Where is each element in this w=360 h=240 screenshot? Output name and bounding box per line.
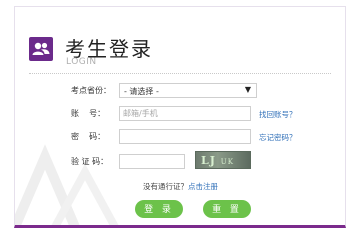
- users-icon: [29, 37, 53, 61]
- province-label: 考点省份：: [71, 86, 111, 95]
- header-divider: [29, 73, 331, 74]
- forgot-password-link[interactable]: 忘记密码？: [259, 132, 297, 143]
- captcha-text-main: LJ: [201, 154, 216, 167]
- captcha-image[interactable]: LJ UK: [195, 151, 251, 169]
- recover-account-link[interactable]: 找回账号？: [259, 109, 297, 120]
- account-label: 账 号：: [71, 109, 106, 118]
- password-row: 密 码： 忘记密码？: [15, 129, 345, 147]
- captcha-input[interactable]: [119, 154, 185, 169]
- account-row: 账 号： 找回账号？: [15, 106, 345, 124]
- province-select[interactable]: - 请选择 - ▼: [119, 83, 257, 98]
- province-row: 考点省份： - 请选择 - ▼: [15, 83, 345, 101]
- login-button[interactable]: 登 录: [135, 200, 183, 218]
- register-prompt: 没有通行证？点击注册: [143, 181, 218, 192]
- page-subtitle: LOGIN: [66, 57, 97, 67]
- register-link[interactable]: 点击注册: [188, 182, 218, 191]
- login-card: 考生登录 LOGIN 考点省份： - 请选择 - ▼ 账 号： 找回账号？ 密 …: [14, 6, 346, 228]
- captcha-label: 验 证 码：: [71, 157, 109, 166]
- password-input[interactable]: [119, 129, 251, 144]
- province-selected-value: - 请选择 -: [124, 87, 159, 96]
- captcha-row: 验 证 码： LJ UK: [15, 151, 345, 172]
- password-label: 密 码：: [71, 132, 106, 141]
- account-input[interactable]: [119, 106, 251, 121]
- chevron-down-icon: ▼: [244, 85, 251, 94]
- reset-button[interactable]: 重 置: [203, 200, 251, 218]
- captcha-text-small: UK: [220, 158, 234, 166]
- register-prompt-text: 没有通行证？: [143, 182, 188, 191]
